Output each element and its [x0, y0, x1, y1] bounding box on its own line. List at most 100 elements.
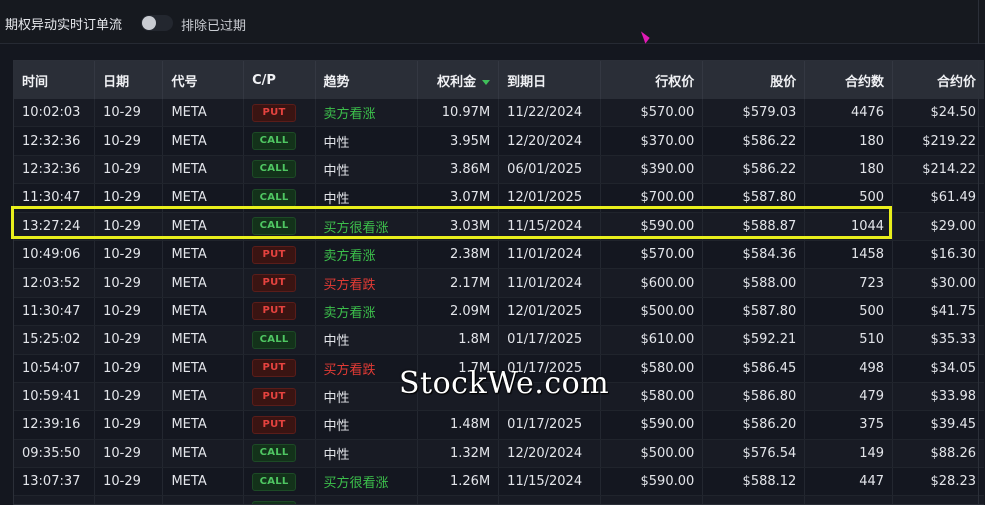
column-header-label: 股价 [770, 74, 797, 90]
cell-trend: 买方很看涨 [315, 467, 418, 497]
options-flow-table: 时间 日期 代号 C/P 趋势 权利金 到期日 行权价 股价 合约数 合约价 10:02:03 10-… [13, 60, 984, 505]
column-header-label: 行权价 [655, 74, 695, 90]
cell-contracts: 180 [804, 126, 894, 156]
cell-trend: 中性 [315, 410, 418, 440]
cell-contracts: 1044 [804, 212, 894, 241]
cell-cp: PUT [243, 99, 316, 128]
cell-symbol: META [162, 382, 245, 412]
call-badge: CALL [252, 188, 297, 207]
table-row[interactable]: 11:30:47 10-29 META CALL 中性 3.07M 12/01/2025 $7… [14, 183, 984, 213]
cell-symbol: META [162, 99, 245, 128]
cell-stock_price: $576.54 [702, 439, 806, 469]
options-table: 时间 日期 代号 C/P 趋势 权利金 到期日 行权价 股价 合约数 合约价 10:02:03 10-… [14, 61, 984, 504]
cell-cp: CALL [243, 126, 316, 156]
put-badge: PUT [252, 302, 297, 321]
column-header-label: 到期日 [507, 74, 547, 90]
column-header-label: 权利金 [437, 74, 477, 90]
cell-date: 10-29 [94, 212, 164, 241]
sort-desc-icon[interactable] [482, 79, 491, 85]
cell-cp: PUT [243, 354, 316, 383]
cell-strike: $570.00 [600, 240, 704, 270]
cell-contracts: 447 [804, 467, 894, 497]
cell-trend: 买方很看涨 [315, 212, 418, 241]
table-row[interactable]: 10:02:03 10-29 META PUT 卖方看涨 10.97M 11/22/2024… [14, 99, 984, 128]
cell-stock_price: $586.45 [702, 354, 806, 383]
table-row[interactable]: 12:32:36 10-29 META CALL 中性 3.86M 06/01/2025 $3… [14, 155, 984, 185]
put-badge: PUT [252, 274, 297, 293]
cell-symbol: META [162, 354, 245, 383]
toolbar: 期权异动实时订单流 排除已过期 [0, 0, 985, 44]
cell-contract_price: $16.30 [892, 240, 984, 270]
cell-trend: 卖方看涨 [315, 99, 418, 128]
column-header-cp[interactable]: C/P [243, 61, 316, 99]
cell-contracts: 498 [804, 354, 894, 383]
cell-symbol: META [162, 240, 245, 270]
column-header-label: C/P [252, 72, 276, 88]
cell-trend: 买方看跌 [315, 268, 418, 298]
cell-contract_price: $33.98 [892, 382, 984, 412]
cell-time: 09:35:50 [14, 495, 96, 504]
table-row[interactable]: 13:07:37 10-29 META CALL 买方很看涨 1.26M 11/15/202… [14, 467, 984, 497]
cell-expiry: 11/01/2024 [498, 240, 602, 270]
cell-contract_price: $214.22 [892, 155, 984, 185]
column-header-label: 日期 [103, 74, 130, 90]
cell-contract_price: $35.33 [892, 325, 984, 355]
cell-stock_price: $579.03 [702, 99, 806, 128]
table-row[interactable]: 12:03:52 10-29 META PUT 买方看跌 2.17M 11/01/2024 $… [14, 268, 984, 298]
cell-trend: 卖方看涨 [315, 240, 418, 270]
cell-premium: 10.97M [417, 99, 500, 128]
cell-trend: 中性 [315, 183, 418, 213]
cell-contracts: 375 [804, 410, 894, 440]
column-header-contract_price[interactable]: 合约价 [892, 61, 984, 99]
cell-contracts: 500 [804, 183, 894, 213]
cell-expiry: 01/17/2025 [498, 410, 602, 440]
cell-time: 12:39:16 [14, 410, 96, 440]
column-header-stock_price[interactable]: 股价 [702, 61, 806, 99]
column-header-label: 代号 [171, 74, 198, 90]
cell-cp: CALL [243, 495, 316, 504]
table-row[interactable]: 11:30:47 10-29 META PUT 卖方看涨 2.09M 12/01/2025 $… [14, 297, 984, 327]
table-row[interactable]: 09:35:5010-29METACALL中性1.25M09/01/2025$5… [14, 495, 984, 504]
put-badge: PUT [252, 103, 297, 122]
table-row[interactable]: 12:39:16 10-29 META PUT 中性 1.48M 01/17/2025 $59… [14, 410, 984, 440]
exclude-expired-toggle[interactable] [141, 15, 173, 31]
cell-cp: PUT [243, 382, 316, 412]
column-header-time[interactable]: 时间 [14, 61, 96, 99]
column-header-date[interactable]: 日期 [94, 61, 164, 99]
cell-time: 09:35:50 [14, 439, 96, 469]
cell-time: 10:59:41 [14, 382, 96, 412]
column-header-strike[interactable]: 行权价 [600, 61, 704, 99]
cell-stock_price: $592.21 [702, 325, 806, 355]
cell-cp: CALL [243, 439, 316, 469]
cell-stock_price: $588.12 [702, 467, 806, 497]
cell-strike: $700.00 [600, 183, 704, 213]
table-body: 10:02:03 10-29 META PUT 卖方看涨 10.97M 11/22/2024… [14, 99, 984, 504]
cell-premium: 3.07M [417, 183, 500, 213]
column-header-contracts[interactable]: 合约数 [804, 61, 894, 99]
cell-strike: $580.00 [600, 382, 704, 412]
cell-cp: PUT [243, 268, 316, 298]
table-row[interactable]: 09:35:50 10-29 META CALL 中性 1.32M 12/20/2024 $5… [14, 439, 984, 469]
cell-expiry: 11/22/2024 [498, 99, 602, 128]
cell-premium: 3.95M [417, 126, 500, 156]
table-row[interactable]: 13:27:24 10-29 META CALL 买方很看涨 3.03M 11/15/202… [14, 212, 984, 241]
cell-strike: $570.00 [600, 99, 704, 128]
column-header-label: 趋势 [323, 74, 350, 90]
cell-strike: $580.00 [600, 354, 704, 383]
cell-contracts: 510 [804, 325, 894, 355]
table-row[interactable]: 15:25:02 10-29 META CALL 中性 1.8M 01/17/2025 $61… [14, 325, 984, 355]
column-header-expiry[interactable]: 到期日 [498, 61, 602, 99]
table-row[interactable]: 10:49:06 10-29 META PUT 卖方看涨 2.38M 11/01/2024 $… [14, 240, 984, 270]
column-header-premium[interactable]: 权利金 [417, 61, 500, 99]
table-row[interactable]: 12:32:36 10-29 META CALL 中性 3.95M 12/20/2024 $3… [14, 126, 984, 156]
column-header-symbol[interactable]: 代号 [162, 61, 245, 99]
cell-premium: 1.25M [417, 495, 500, 504]
cell-contract_price: $29.00 [892, 212, 984, 241]
exclude-expired-label: 排除已过期 [181, 19, 247, 34]
cell-contracts: 479 [804, 382, 894, 412]
column-header-trend[interactable]: 趋势 [315, 61, 418, 99]
cell-symbol: META [162, 212, 245, 241]
cell-stock_price: $586.22 [702, 155, 806, 185]
cell-symbol: META [162, 410, 245, 440]
cell-time: 10:54:07 [14, 354, 96, 383]
